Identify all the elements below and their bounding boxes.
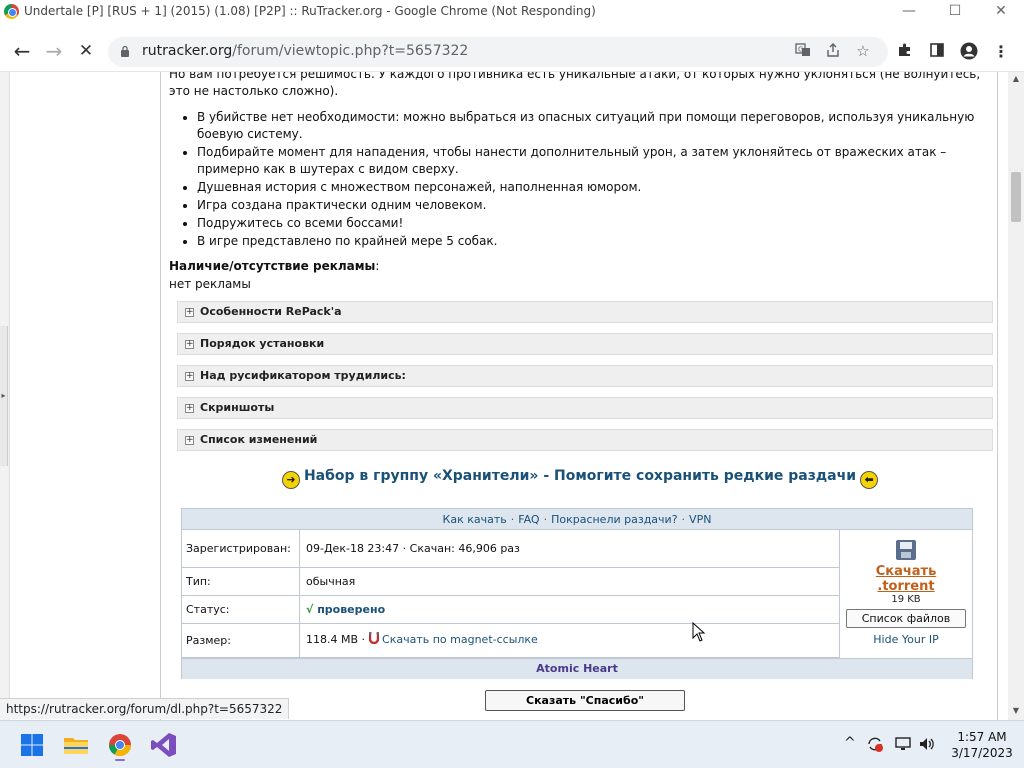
torrent-file-size: 19 KB bbox=[891, 594, 921, 605]
collapse-handle[interactable]: ▸ bbox=[0, 326, 8, 466]
hide-ip-link[interactable]: Hide Your IP bbox=[840, 633, 972, 646]
volume-icon[interactable] bbox=[918, 735, 936, 757]
puzzle-icon[interactable] bbox=[894, 42, 916, 62]
minimize-button[interactable]: — bbox=[886, 0, 932, 24]
window-titlebar: Undertale [P] [RUS + 1] (2015) (1.08) [P… bbox=[0, 0, 1024, 24]
share-icon[interactable] bbox=[822, 42, 844, 62]
size-value: 118.4 MB · Скачать по magnet-ссылке bbox=[300, 624, 840, 658]
list-item: Игра создана практически одним человеком… bbox=[197, 197, 979, 214]
list-item: Душевная история с множеством персонажей… bbox=[197, 179, 979, 196]
file-list-button[interactable]: Список файлов bbox=[846, 609, 966, 628]
list-item: Подбирайте момент для нападения, чтобы н… bbox=[197, 144, 979, 178]
keepers-link[interactable]: Набор в группу «Хранители» - Помогите со… bbox=[304, 468, 856, 484]
download-cell: Скачать .torrent 19 KB Список файлов Hide… bbox=[840, 530, 972, 658]
link-how-to-download[interactable]: Как качать bbox=[443, 513, 507, 526]
kebab-menu-icon[interactable]: ⋮ bbox=[990, 42, 1012, 62]
page-main: Но вам потребуется решимость. У каждого … bbox=[10, 72, 1008, 720]
torrent-info-table: Как качать · FAQ · Покраснели раздачи? · VPN З… bbox=[181, 508, 973, 679]
address-bar[interactable]: rutracker.org/forum/viewtopic.php?t=5657… bbox=[108, 37, 888, 67]
expand-icon: + bbox=[185, 403, 194, 413]
ads-heading: Наличие/отсутствие рекламы: bbox=[169, 259, 380, 273]
expand-icon: + bbox=[185, 307, 194, 317]
visual-studio-icon[interactable] bbox=[148, 729, 180, 761]
clock-date: 3/17/2023 bbox=[951, 746, 1013, 760]
back-button[interactable]: ← bbox=[8, 38, 36, 66]
registered-label: Зарегистрирован: bbox=[182, 530, 300, 568]
tray-chevron-icon[interactable]: ^ bbox=[844, 735, 856, 751]
page-viewport: ▸ Но вам потребуется решимость. У каждог… bbox=[0, 72, 1024, 720]
status-value: √ проверено bbox=[300, 596, 840, 624]
spoiler-translators[interactable]: + Над русификатором трудились: bbox=[177, 365, 993, 387]
clock-time: 1:57 AM bbox=[957, 730, 1007, 744]
arrow-left-icon: ⬅ bbox=[860, 471, 879, 489]
chrome-icon bbox=[4, 4, 19, 19]
status-bar-url: https://rutracker.org/forum/dl.php?t=565… bbox=[0, 698, 290, 719]
magnet-link[interactable]: Скачать по magnet-ссылке bbox=[382, 633, 538, 646]
intro-text: Но вам потребуется решимость. У каждого … bbox=[169, 72, 981, 98]
arrow-right-icon: ➜ bbox=[281, 471, 300, 489]
page-scrollbar[interactable]: ▲ ▼ bbox=[1008, 72, 1024, 720]
link-faq[interactable]: FAQ bbox=[518, 513, 539, 526]
expand-icon: + bbox=[185, 371, 194, 381]
spoiler-changelog[interactable]: + Список изменений bbox=[177, 429, 993, 451]
windows-start-icon[interactable] bbox=[16, 729, 48, 761]
profile-icon[interactable] bbox=[958, 42, 980, 62]
spoiler-screenshots[interactable]: + Скриншоты bbox=[177, 397, 993, 419]
release-title[interactable]: Atomic Heart bbox=[182, 658, 972, 679]
stop-button[interactable]: ✕ bbox=[72, 38, 100, 66]
features-list: В убийстве нет необходимости: можно выбр… bbox=[169, 109, 979, 251]
sync-icon[interactable] bbox=[866, 735, 884, 757]
expand-icon: + bbox=[185, 339, 194, 349]
scroll-down-icon[interactable]: ▼ bbox=[1011, 706, 1021, 716]
scroll-up-icon[interactable]: ▲ bbox=[1011, 74, 1021, 84]
spoiler-repack[interactable]: + Особенности RePack'a bbox=[177, 301, 993, 323]
thanks-button[interactable]: Сказать "Спасибо" bbox=[485, 690, 685, 711]
window-title: Undertale [P] [RUS + 1] (2015) (1.08) [P… bbox=[24, 4, 596, 18]
type-label: Тип: bbox=[182, 568, 300, 596]
windows-taskbar: ^ 1:57 AM 3/17/2023 bbox=[0, 720, 1024, 768]
expand-icon: + bbox=[185, 435, 194, 445]
link-red-torrents[interactable]: Покраснели раздачи? bbox=[551, 513, 677, 526]
registered-value: 09-Дек-18 23:47 · Скачан: 46,906 раз bbox=[300, 530, 840, 568]
magnet-icon bbox=[368, 632, 379, 645]
side-panel-icon[interactable] bbox=[926, 42, 948, 62]
list-item: Подружитесь со всеми боссами! bbox=[197, 215, 979, 232]
download-torrent-link[interactable]: Скачать .torrent bbox=[840, 564, 972, 594]
ads-value: нет рекламы bbox=[169, 277, 251, 291]
link-vpn[interactable]: VPN bbox=[689, 513, 711, 526]
spoiler-install[interactable]: + Порядок установки bbox=[177, 333, 993, 355]
list-item: В игре представлено по крайней мере 5 со… bbox=[197, 233, 979, 250]
network-icon[interactable] bbox=[894, 735, 912, 757]
post-body: Но вам потребуется решимость. У каждого … bbox=[160, 72, 998, 720]
browser-toolbar: ← → ✕ rutracker.org/forum/viewtopic.php?… bbox=[0, 32, 1024, 72]
status-label: Статус: bbox=[182, 596, 300, 624]
close-button[interactable]: ✕ bbox=[978, 0, 1024, 24]
list-item: В убийстве нет необходимости: можно выбр… bbox=[197, 109, 979, 143]
lock-icon bbox=[121, 45, 129, 57]
check-icon: √ bbox=[306, 603, 314, 616]
mouse-cursor-icon bbox=[692, 622, 706, 642]
url-text[interactable]: rutracker.org/forum/viewtopic.php?t=5657… bbox=[142, 43, 468, 59]
translate-icon[interactable]: G bbox=[792, 42, 814, 62]
size-label: Размер: bbox=[182, 624, 300, 658]
maximize-button[interactable]: ☐ bbox=[932, 0, 978, 24]
taskbar-clock[interactable]: 1:57 AM 3/17/2023 bbox=[944, 729, 1020, 761]
type-value: обычная bbox=[300, 568, 840, 596]
forward-button[interactable]: → bbox=[40, 38, 68, 66]
scrollbar-thumb[interactable] bbox=[1011, 172, 1021, 222]
help-links-row: Как качать · FAQ · Покраснели раздачи? · VPN bbox=[182, 509, 972, 530]
keepers-banner[interactable]: ➜ Набор в группу «Хранители» - Помогите с… bbox=[161, 468, 999, 489]
chrome-icon[interactable] bbox=[104, 729, 136, 761]
floppy-disk-icon[interactable] bbox=[896, 540, 916, 560]
star-icon[interactable]: ☆ bbox=[852, 42, 874, 62]
file-explorer-icon[interactable] bbox=[60, 729, 92, 761]
